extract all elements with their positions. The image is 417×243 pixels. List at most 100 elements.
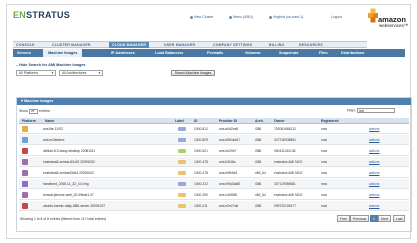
col-platform[interactable]: Platform: [22, 119, 36, 123]
tab-console[interactable]: CONSOLE: [16, 43, 35, 47]
table-row[interactable]: enstratus8-centos-63x32 20091002 1000-478…: [19, 157, 409, 167]
filter-control: Filter: test: [347, 108, 395, 113]
platform-icon: [22, 148, 28, 154]
previous-page-button[interactable]: Previous: [350, 215, 370, 222]
filter-input[interactable]: test: [356, 108, 395, 113]
image-name[interactable]: ubuntu-karmic-daily-i386-server-20091027: [43, 204, 105, 208]
platform-icon: [22, 181, 28, 187]
platform-icon: [22, 137, 28, 143]
actions-link[interactable]: actions: [369, 160, 379, 164]
col-label[interactable]: Label: [175, 119, 184, 123]
architecture: i386: [255, 159, 262, 164]
platform-icon: [22, 203, 28, 209]
table-row[interactable]: tomcat-jetcone-web_02-09test1.07 1000-290…: [19, 190, 409, 200]
registered: now: [321, 148, 328, 153]
platform-select[interactable]: All Platforms ▼: [16, 70, 56, 76]
image-id: 1000-478: [194, 159, 208, 164]
primary-nav: CONSOLE CLUSTER MANAGER CLOUD MANAGER US…: [13, 41, 367, 48]
subtab-servers[interactable]: Servers: [17, 51, 31, 55]
subtab-machine-images[interactable]: Machine Images: [43, 49, 83, 57]
page-1-button[interactable]: 1: [370, 215, 378, 222]
actions-link[interactable]: actions: [369, 149, 379, 153]
image-name[interactable]: ami-lite-12/02: [43, 127, 63, 131]
image-id: 1000-478: [194, 170, 208, 175]
architecture: i386: [255, 137, 262, 142]
image-name[interactable]: tomcat-jetcone-web_02-09test1.07: [43, 193, 94, 197]
enstratus-logo[interactable]: ENSTRATUS: [13, 10, 70, 20]
subtab-distributions[interactable]: Distributions: [341, 51, 364, 55]
chevron-down-icon: ▼: [98, 71, 101, 75]
provider-id: ami-b96d3a88: [219, 181, 241, 186]
subtab-load-balancers[interactable]: Load Balancers: [155, 51, 183, 55]
owner: enstratus AMI NDO: [274, 192, 303, 197]
table-row[interactable]: ubuntu-karmic-daily-i386-server-20091027…: [19, 201, 409, 211]
col-arch[interactable]: Arch.: [255, 119, 264, 123]
label-swatch: [178, 193, 186, 197]
page-length-select[interactable]: 25: [29, 109, 38, 114]
actions-link[interactable]: actions: [369, 182, 379, 186]
next-page-button[interactable]: Next: [378, 215, 391, 222]
hide-search-toggle[interactable]: – Hide Search for AMI Machine Images: [16, 63, 86, 67]
tab-cloud-manager[interactable]: CLOUD MANAGER: [109, 42, 150, 48]
machine-images-panel: ▾ Machine Images Show 25 entries Filter:…: [16, 97, 412, 232]
table-row[interactable]: enstratus8-centos53x64 20091002 1000-478 a…: [19, 168, 409, 178]
image-id: 1000-312: [194, 181, 208, 186]
tab-user-manager[interactable]: USER MANAGER: [164, 43, 195, 47]
owner: 752061665212: [274, 126, 297, 131]
image-id: 1000-211: [194, 203, 208, 208]
region-link[interactable]: Virginia (us-east-1): [269, 15, 303, 19]
aws-logo: amazon webservices™: [367, 7, 409, 31]
tab-cluster-manager[interactable]: CLUSTER MANAGER: [52, 43, 91, 47]
architecture-select[interactable]: All Architectures ▼: [59, 70, 103, 76]
image-name[interactable]: ami-ec2testmc: [43, 138, 64, 142]
col-name[interactable]: Name: [45, 119, 54, 123]
col-owner[interactable]: Owner: [274, 119, 285, 123]
table-row[interactable]: debian-5.0-fossy-desktop 20081011 1000-52…: [19, 146, 409, 156]
registered: now: [321, 159, 328, 164]
col-registered[interactable]: Registered: [321, 119, 339, 123]
first-page-button[interactable]: First: [337, 215, 350, 222]
logout-link[interactable]: Logout: [331, 15, 342, 19]
actions-link[interactable]: actions: [369, 193, 379, 197]
image-name[interactable]: enstratus8-centos-63x32 20091002: [43, 160, 95, 164]
image-name[interactable]: hardened_2008.11_32_4.0.img: [43, 182, 89, 186]
image-name[interactable]: enstratus8-centos53x64 20091002: [43, 171, 94, 175]
label-swatch: [178, 127, 186, 131]
subtab-files[interactable]: Files: [319, 51, 328, 55]
actions-link[interactable]: actions: [369, 171, 379, 175]
menu-link[interactable]: Menu (ARU): [229, 15, 253, 19]
col-id[interactable]: ID: [194, 119, 197, 123]
platform-icon: [22, 126, 28, 132]
table-row[interactable]: ami-ec2testmc 1000-809 ami-d9b3a2d7 i386 327…: [19, 135, 409, 145]
actions-link[interactable]: actions: [369, 204, 379, 208]
globe-icon: [269, 15, 272, 19]
owner: 099720109477: [274, 203, 297, 208]
owner: 327119089881: [274, 181, 296, 186]
panel-title: Machine Images: [23, 99, 54, 103]
subtab-firewalls[interactable]: Firewalls: [207, 51, 223, 55]
architecture: i386: [255, 203, 262, 208]
search-machine-images-button[interactable]: Search Machine Images: [171, 70, 215, 76]
new-cluster-link[interactable]: New Cluster: [190, 15, 214, 19]
actions-link[interactable]: actions: [369, 138, 379, 142]
provider-id: ami-b3f46a: [219, 159, 236, 164]
label-swatch: [178, 182, 186, 186]
label-swatch: [178, 171, 186, 175]
image-name[interactable]: debian-5.0-fossy-desktop 20081011: [43, 149, 95, 153]
actions-link[interactable]: actions: [369, 127, 379, 131]
tab-resources[interactable]: RESOURCES: [299, 43, 323, 47]
provider-id: ami-d9b3a2d7: [219, 137, 241, 142]
provider-id: ami-ed20b7: [219, 148, 237, 153]
table-row[interactable]: ami-lite-12/02 1000-812 ami-a0d2ba9 i386 752…: [19, 124, 409, 134]
subtab-ip-addresses[interactable]: IP Addresses: [111, 51, 135, 55]
table-row[interactable]: hardened_2008.11_32_4.0.img 1000-312 ami-b…: [19, 179, 409, 189]
tab-company-settings[interactable]: COMPANY SETTINGS: [213, 43, 252, 47]
subtab-volumes[interactable]: Volumes: [245, 51, 261, 55]
subtab-snapshots[interactable]: Snapshots: [279, 51, 298, 55]
owner: 050411261136: [274, 148, 296, 153]
tab-billing[interactable]: BILLING: [269, 43, 284, 47]
col-provider-id[interactable]: Provider ID: [219, 119, 237, 123]
owner: enstratus AMI NDO: [274, 170, 303, 175]
platform-icon: [22, 159, 28, 165]
last-page-button[interactable]: Last: [393, 215, 406, 222]
